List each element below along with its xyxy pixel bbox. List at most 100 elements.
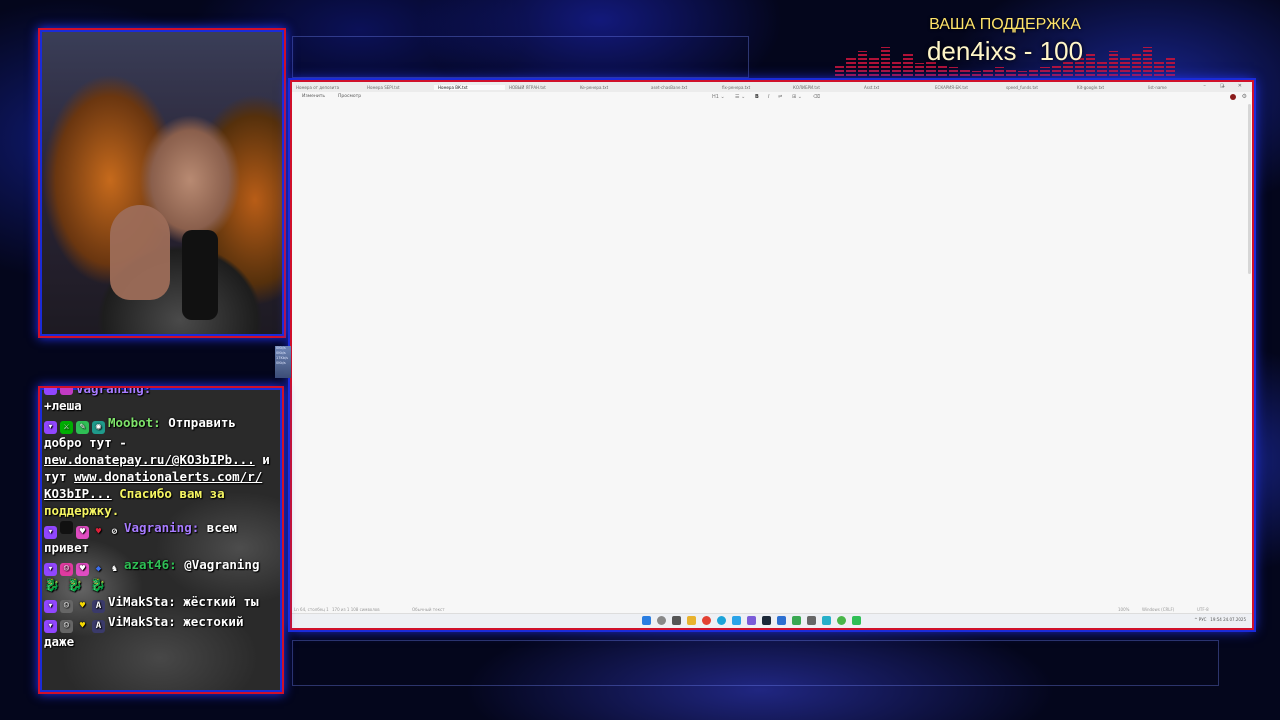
editor-tab[interactable]: ЕСКАРИЯ-БК.txt <box>931 85 1002 90</box>
notepad-icon[interactable] <box>852 616 861 625</box>
sub-badge-icon <box>60 388 73 395</box>
screen-capture-editor: Номера от депозита Номера SEPI.txt Номера … <box>290 80 1254 630</box>
editor-tab[interactable]: Номера SEPI.txt <box>363 85 434 90</box>
table-select[interactable]: ⊞ ⌄ <box>792 94 802 100</box>
settings-gear-icon[interactable]: ⚙ <box>1242 93 1247 100</box>
chat-message: +леша <box>44 397 278 414</box>
editor-tab[interactable]: Kit-google.txt <box>1073 85 1144 90</box>
chat-text: жёсткий ты <box>183 594 259 609</box>
donation-widget: ВАША ПОДДЕРЖКА den4ixs - 100 <box>835 14 1176 76</box>
heading-select[interactable]: H1 ⌄ <box>712 94 725 100</box>
tray-lang[interactable]: ^ РУС <box>1194 617 1206 622</box>
stream-chat: Vagraning: +леша ▾ ⚔ ✎ ◉ Moobot: Отправить д… <box>38 386 284 694</box>
search-icon[interactable] <box>657 616 666 625</box>
editor-scrollbar[interactable] <box>1248 104 1251 274</box>
decor-frame-top <box>292 36 749 78</box>
moderator-badge-icon: ⚔ <box>60 421 73 434</box>
taskbar-icons <box>642 616 861 625</box>
twitch-badge-icon: ▾ <box>44 563 57 576</box>
letter-a-badge-icon: A <box>92 600 105 613</box>
menu-view[interactable]: Просмотр <box>338 94 361 99</box>
heart-badge-icon: ♥ <box>76 563 89 576</box>
status-position: Ln 64, столбец 1 <box>294 607 329 612</box>
status-encoding[interactable]: UTF-8 <box>1197 607 1209 612</box>
chat-message: ▾ ⚔ ✎ ◉ Moobot: Отправить добро тут - new.do… <box>44 414 278 519</box>
gem-badge-icon: ◆ <box>95 564 102 574</box>
editor-tab[interactable]: aset-chasBane.txt <box>647 85 718 90</box>
tray-date: 24.07.2025 <box>1223 617 1246 622</box>
editor-tab[interactable]: Номера от депозита <box>292 85 363 90</box>
donation-last: den4ixs - 100 <box>926 36 1084 66</box>
twitch-badge-icon: ▾ <box>44 620 57 633</box>
editor-tab[interactable]: НОВЫЙ ЯГРАН.txt <box>505 85 576 90</box>
editor-tab[interactable]: fix-рeнeрa.txt <box>718 85 789 90</box>
chat-username: Vagraning: <box>124 520 200 535</box>
windows-taskbar: ^ РУС 19:54 24.07.2025 <box>292 613 1252 628</box>
app-icon-round-green[interactable] <box>837 616 846 625</box>
decor-frame-bottom <box>292 640 1219 686</box>
twitch-badge-icon <box>44 388 57 395</box>
chat-message: Vagraning: <box>44 386 278 397</box>
twitch-badge-icon: ▾ <box>44 421 57 434</box>
chat-username: Moobot: <box>108 415 161 430</box>
yellow-heart-icon: ♥ <box>79 621 86 631</box>
editor-tab[interactable]: Asst.txt <box>860 85 931 90</box>
chrome-icon[interactable] <box>702 616 711 625</box>
editor-tab[interactable]: Номера ВК.txt <box>434 84 505 90</box>
italic-button[interactable]: I <box>768 94 769 100</box>
user-badge-icon: ☺ <box>60 563 73 576</box>
chat-username: Vagraning: <box>76 386 152 396</box>
app-icon-green[interactable] <box>792 616 801 625</box>
chat-username: ViMakSta: <box>108 614 176 629</box>
app-icon-teal[interactable] <box>822 616 831 625</box>
chat-message: ▾ ☺ ♥ A ViMakSta: жёсткий ты <box>44 593 278 613</box>
account-avatar[interactable] <box>1230 94 1236 100</box>
window-controls[interactable]: – ▢ ✕ <box>1203 83 1248 89</box>
yellow-heart-icon: ♥ <box>79 601 86 611</box>
heart-badge-icon: ♥ <box>76 526 89 539</box>
bot-badge-icon: ◉ <box>92 421 105 434</box>
wolf-badge-icon: ♞ <box>111 564 118 574</box>
user-badge-icon: ☺ <box>60 600 73 613</box>
editor-tab-strip: Номера от депозита Номера SEPI.txt Номера … <box>292 82 1252 92</box>
task-view-icon[interactable] <box>672 616 681 625</box>
status-line-endings[interactable]: Windows (CRLF) <box>1142 607 1174 612</box>
tray-time: 19:54 <box>1210 617 1222 622</box>
chat-text: +леша <box>44 398 82 413</box>
letter-a-badge-icon: A <box>92 620 105 633</box>
editor-menubar: Изменить Просмотр H1 ⌄ ☰ ⌄ B I ⇌ ⊞ ⌄ ⌫ ⚙ <box>292 92 1252 102</box>
dark-badge-icon <box>60 521 73 534</box>
status-zoom[interactable]: 100% <box>1118 607 1129 612</box>
chat-message: ▾ ☺ ♥ A ViMakSta: жестокий даже <box>44 613 278 650</box>
menu-edit[interactable]: Изменить <box>302 94 325 99</box>
status-format: Обычный текст <box>412 607 445 612</box>
no-entry-icon: ⊘ <box>111 527 118 537</box>
steam-icon[interactable] <box>762 616 771 625</box>
list-select[interactable]: ☰ ⌄ <box>735 94 745 100</box>
discord-icon[interactable] <box>747 616 756 625</box>
net-speed-4: 0Kb/s <box>276 361 286 365</box>
chat-username: ViMakSta: <box>108 594 176 609</box>
network-speed-widget: 0Kb/s 0Kb/s 17Kb/s 0Kb/s <box>275 346 291 378</box>
explorer-icon[interactable] <box>687 616 696 625</box>
system-tray[interactable]: ^ РУС 19:54 24.07.2025 <box>1194 617 1246 622</box>
edge-icon[interactable] <box>717 616 726 625</box>
chat-message: ▾ ♥ ♥ ⊘ Vagraning: всем привет <box>44 519 278 556</box>
chat-link-donatepay[interactable]: new.donatepay.ru/@КО3bIPb... <box>44 452 255 467</box>
app-icon-blue[interactable] <box>777 616 786 625</box>
calculator-icon[interactable] <box>807 616 816 625</box>
red-heart-icon: ♥ <box>95 527 102 537</box>
user-badge-icon: ☺ <box>60 620 73 633</box>
microphone <box>182 230 218 320</box>
editor-tab[interactable]: speed_funds.txt <box>1002 85 1073 90</box>
telegram-icon[interactable] <box>732 616 741 625</box>
twitch-badge-icon: ▾ <box>44 600 57 613</box>
editor-tab[interactable]: КОЛИБРИ.txt <box>789 85 860 90</box>
start-icon[interactable] <box>642 616 651 625</box>
clear-format-button[interactable]: ⌫ <box>813 94 820 100</box>
editor-tab[interactable]: Ke-рeнeрa.txt <box>576 85 647 90</box>
link-button[interactable]: ⇌ <box>778 94 782 100</box>
donation-title: ВАША ПОДДЕРЖКА <box>929 16 1081 33</box>
streamer-hand <box>110 205 170 300</box>
bold-button[interactable]: B <box>755 94 759 100</box>
